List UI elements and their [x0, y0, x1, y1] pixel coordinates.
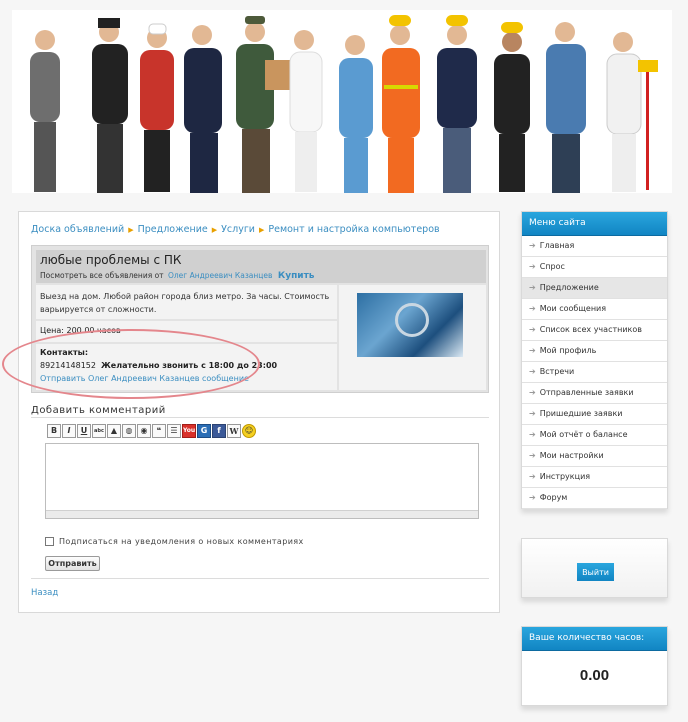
- menu-item-incoming-requests[interactable]: ➔ Пришедшие заявки: [522, 404, 667, 425]
- menu-item-label: Пришедшие заявки: [539, 409, 623, 418]
- breadcrumb-link-category[interactable]: Ремонт и настройка компьютеров: [268, 224, 439, 235]
- smiley-icon[interactable]: ☺: [242, 424, 256, 438]
- breadcrumb-link-services[interactable]: Услуги: [221, 224, 255, 235]
- menu-item-label: Форум: [539, 493, 568, 502]
- menu-item-label: Спрос: [539, 262, 565, 271]
- back-link[interactable]: Назад: [31, 588, 58, 598]
- menu-item-label: Список всех участников: [539, 325, 642, 334]
- breadcrumb: Доска объявлений ▶ Предложение ▶ Услуги ▶ Ремо…: [31, 224, 440, 235]
- arrow-right-icon: ➔: [529, 409, 536, 418]
- quote-icon[interactable]: ❝: [152, 424, 166, 438]
- arrow-right-icon: ➔: [529, 304, 536, 313]
- arrow-right-icon: ➔: [529, 325, 536, 334]
- breadcrumb-arrow-icon: ▶: [128, 226, 134, 234]
- hours-title: Ваше количество часов:: [522, 627, 667, 651]
- ad-photo-keyboard-stethoscope[interactable]: [357, 293, 463, 357]
- menu-item-offer[interactable]: ➔ Предложение: [522, 278, 667, 299]
- hours-balance-widget: Ваше количество часов: 0.00: [521, 626, 668, 706]
- menu-item-demand[interactable]: ➔ Спрос: [522, 257, 667, 278]
- wikipedia-icon[interactable]: W: [227, 424, 241, 438]
- ad-title: любые проблемы с ПК: [40, 253, 182, 267]
- subscribe-label: Подписаться на уведомления о новых комме…: [59, 537, 304, 546]
- arrow-right-icon: ➔: [529, 493, 536, 502]
- logout-widget: Выйти: [521, 538, 668, 598]
- arrow-right-icon: ➔: [529, 346, 536, 355]
- buy-link[interactable]: Купить: [278, 271, 315, 281]
- strikethrough-button[interactable]: abc: [92, 424, 106, 438]
- hours-value: 0.00: [579, 667, 610, 684]
- menu-item-label: Встречи: [539, 367, 575, 376]
- divider: [31, 578, 489, 579]
- insert-image-icon[interactable]: ▲: [107, 424, 121, 438]
- breadcrumb-link-offer[interactable]: Предложение: [138, 224, 208, 235]
- menu-item-label: Мой профиль: [539, 346, 597, 355]
- workers-illustration: [12, 10, 672, 193]
- menu-item-label: Отправленные заявки: [539, 388, 634, 397]
- youtube-icon[interactable]: You: [182, 424, 196, 438]
- menu-item-label: Мои сообщения: [539, 304, 607, 313]
- arrow-right-icon: ➔: [529, 388, 536, 397]
- breadcrumb-link-board[interactable]: Доска объявлений: [31, 224, 124, 235]
- arrow-right-icon: ➔: [529, 241, 536, 250]
- menu-item-label: Инструкция: [539, 472, 591, 481]
- menu-item-label: Мой отчёт о балансе: [539, 430, 628, 439]
- editor-toolbar: B I Uabc ▲ ◍ ◉ ❝ ☰ You Gf W ☺: [47, 424, 257, 440]
- arrow-right-icon: ➔: [529, 472, 536, 481]
- editor-resize-bar[interactable]: [46, 510, 478, 518]
- menu-item-instructions[interactable]: ➔ Инструкция: [522, 467, 667, 488]
- menu-item-members[interactable]: ➔ Список всех участников: [522, 320, 667, 341]
- ad-description: Выезд на дом. Любой район города близ ме…: [36, 285, 337, 319]
- facebook-icon[interactable]: f: [212, 424, 226, 438]
- ad-image-cell: [339, 285, 486, 390]
- comment-textarea[interactable]: [45, 443, 479, 519]
- menu-item-meetings[interactable]: ➔ Встречи: [522, 362, 667, 383]
- menu-item-settings[interactable]: ➔ Мои настройки: [522, 446, 667, 467]
- menu-item-messages[interactable]: ➔ Мои сообщения: [522, 299, 667, 320]
- subscribe-row: Подписаться на уведомления о новых комме…: [45, 537, 304, 546]
- list-icon[interactable]: ☰: [167, 424, 181, 438]
- logout-button[interactable]: Выйти: [577, 563, 614, 581]
- breadcrumb-arrow-icon: ▶: [211, 226, 218, 234]
- spoiler-eye-icon[interactable]: ◉: [137, 424, 151, 438]
- menu-item-label: Главная: [539, 241, 575, 250]
- ad-author-row: Посмотреть все объявления от Олег Андрее…: [40, 271, 315, 281]
- menu-item-sent-requests[interactable]: ➔ Отправленные заявки: [522, 383, 667, 404]
- subscribe-checkbox[interactable]: [45, 537, 54, 546]
- ad-header: любые проблемы с ПК Посмотреть все объяв…: [36, 250, 486, 283]
- insert-link-icon[interactable]: ◍: [122, 424, 136, 438]
- underline-button[interactable]: U: [77, 424, 91, 438]
- menu-item-home[interactable]: ➔ Главная: [522, 236, 667, 257]
- menu-item-label: Предложение: [539, 283, 599, 292]
- google-icon[interactable]: G: [197, 424, 211, 438]
- menu-item-forum[interactable]: ➔ Форум: [522, 488, 667, 509]
- arrow-right-icon: ➔: [529, 262, 536, 271]
- header-banner-image: [12, 10, 672, 193]
- breadcrumb-arrow-icon: ▶: [258, 226, 265, 234]
- ad-author-prefix: Посмотреть все объявления от: [40, 271, 164, 280]
- stethoscope-icon: [395, 303, 429, 337]
- arrow-right-icon: ➔: [529, 283, 536, 292]
- arrow-right-icon: ➔: [529, 451, 536, 460]
- bold-button[interactable]: B: [47, 424, 61, 438]
- italic-button[interactable]: I: [62, 424, 76, 438]
- menu-item-label: Мои настройки: [539, 451, 604, 460]
- ad-author-link[interactable]: Олег Андреевич Казанцев: [168, 271, 273, 280]
- highlight-oval-annotation: [2, 329, 260, 399]
- menu-item-balance-report[interactable]: ➔ Мой отчёт о балансе: [522, 425, 667, 446]
- site-menu-title: Меню сайта: [522, 212, 667, 236]
- arrow-right-icon: ➔: [529, 367, 536, 376]
- divider: [31, 417, 489, 418]
- menu-item-profile[interactable]: ➔ Мой профиль: [522, 341, 667, 362]
- ad-content-panel: Доска объявлений ▶ Предложение ▶ Услуги ▶ Ремо…: [18, 211, 500, 613]
- site-menu-widget: Меню сайта ➔ Главная ➔ Спрос ➔ Предложение …: [521, 211, 668, 509]
- send-comment-button[interactable]: Отправить: [45, 556, 100, 571]
- arrow-right-icon: ➔: [529, 430, 536, 439]
- add-comment-title: Добавить комментарий: [31, 405, 166, 416]
